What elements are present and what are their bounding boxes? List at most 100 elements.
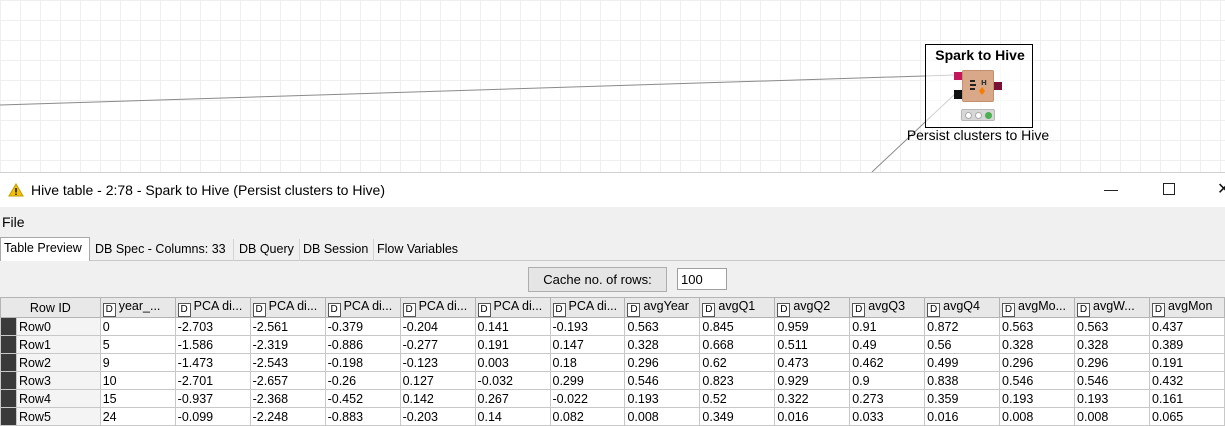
column-header[interactable]: DavgMon xyxy=(1148,297,1225,318)
table-cell[interactable]: 0.193 xyxy=(1074,389,1150,408)
table-cell[interactable]: 0.328 xyxy=(999,335,1076,354)
table-cell[interactable]: -0.203 xyxy=(399,407,476,426)
table-cell[interactable]: 0.296 xyxy=(1074,353,1150,372)
table-cell[interactable]: 0.845 xyxy=(699,317,776,336)
table-cell[interactable]: 0.49 xyxy=(849,335,926,354)
row-id-cell[interactable]: Row2 xyxy=(15,353,101,372)
column-header[interactable]: DavgQ2 xyxy=(774,297,851,318)
table-cell[interactable]: -2.368 xyxy=(249,389,326,408)
table-cell[interactable]: 0.191 xyxy=(474,335,551,354)
table-cell[interactable]: 0.016 xyxy=(774,407,851,426)
table-row[interactable]: Row2 9 -1.473 -2.543 -0.198 -0.123 0.003 0.18 0.… xyxy=(0,353,1225,372)
table-cell[interactable]: 0.191 xyxy=(1148,353,1225,372)
table-cell[interactable]: 0.141 xyxy=(474,317,551,336)
row-id-cell[interactable]: Row0 xyxy=(15,317,101,336)
table-cell[interactable]: 0.18 xyxy=(549,353,626,372)
table-cell[interactable]: 0.127 xyxy=(399,371,476,390)
table-cell[interactable]: 0.511 xyxy=(774,335,851,354)
table-row[interactable]: Row1 5 -1.586 -2.319 -0.886 -0.277 0.191 0.147 0… xyxy=(0,335,1225,354)
table-cell[interactable]: -2.319 xyxy=(249,335,326,354)
table-cell[interactable]: 0.008 xyxy=(999,407,1076,426)
table-cell[interactable]: -0.099 xyxy=(174,407,251,426)
table-cell[interactable]: 0.668 xyxy=(699,335,776,354)
table-cell[interactable]: 0.016 xyxy=(924,407,1001,426)
table-row[interactable]: Row3 10 -2.701 -2.657 -0.26 0.127 -0.032 0.299 0… xyxy=(0,371,1225,390)
table-cell[interactable]: 0.546 xyxy=(999,371,1076,390)
table-cell[interactable]: 0.563 xyxy=(1074,317,1150,336)
table-cell[interactable]: 0.147 xyxy=(549,335,626,354)
table-cell[interactable]: -2.248 xyxy=(249,407,326,426)
table-cell[interactable]: 0.546 xyxy=(624,371,701,390)
table-cell[interactable]: 0.389 xyxy=(1148,335,1225,354)
minimize-button[interactable]: — xyxy=(1104,181,1118,197)
column-header[interactable]: DavgW... xyxy=(1074,297,1150,318)
column-header[interactable]: D PCA di... xyxy=(549,297,626,318)
row-id-cell[interactable]: Row1 xyxy=(15,335,101,354)
table-cell[interactable]: 0.563 xyxy=(999,317,1076,336)
table-cell[interactable]: -2.703 xyxy=(174,317,251,336)
node-description[interactable]: Persist clusters to Hive xyxy=(880,127,1076,143)
table-cell[interactable]: -0.193 xyxy=(549,317,626,336)
column-header[interactable]: D PCA di... xyxy=(474,297,551,318)
table-cell[interactable]: -0.277 xyxy=(399,335,476,354)
table-cell[interactable]: 10 xyxy=(99,371,176,390)
table-cell[interactable]: 0 xyxy=(99,317,176,336)
table-cell[interactable]: 0.299 xyxy=(549,371,626,390)
table-cell[interactable]: -0.452 xyxy=(324,389,401,408)
table-cell[interactable]: -0.886 xyxy=(324,335,401,354)
cache-rows-input[interactable]: 100 xyxy=(677,268,727,290)
table-cell[interactable]: 0.142 xyxy=(399,389,476,408)
table-cell[interactable]: 24 xyxy=(99,407,176,426)
table-row[interactable]: Row5 24 -0.099 -2.248 -0.883 -0.203 0.14 0.082 0… xyxy=(0,407,1225,426)
table-cell[interactable]: 0.003 xyxy=(474,353,551,372)
table-cell[interactable]: 0.065 xyxy=(1148,407,1225,426)
window-titlebar[interactable]: Hive table - 2:78 - Spark to Hive (Persi… xyxy=(0,173,1225,207)
column-header[interactable]: D PCA di... xyxy=(174,297,251,318)
table-cell[interactable]: 0.929 xyxy=(774,371,851,390)
maximize-button[interactable] xyxy=(1163,183,1175,195)
table-cell[interactable]: -0.26 xyxy=(324,371,401,390)
table-cell[interactable]: 0.52 xyxy=(699,389,776,408)
table-cell[interactable]: -1.473 xyxy=(174,353,251,372)
table-cell[interactable]: -0.123 xyxy=(399,353,476,372)
table-cell[interactable]: -2.657 xyxy=(249,371,326,390)
table-cell[interactable]: -0.022 xyxy=(549,389,626,408)
table-cell[interactable]: 0.322 xyxy=(774,389,851,408)
table-cell[interactable]: 0.14 xyxy=(474,407,551,426)
table-cell[interactable]: -0.032 xyxy=(474,371,551,390)
table-cell[interactable]: 0.9 xyxy=(849,371,926,390)
row-id-cell[interactable]: Row3 xyxy=(15,371,101,390)
table-cell[interactable]: 0.193 xyxy=(624,389,701,408)
tab-db-query[interactable]: DB Query xyxy=(236,239,300,261)
column-header[interactable]: DavgMo... xyxy=(999,297,1076,318)
tab-table-preview[interactable]: Table Preview xyxy=(0,237,90,261)
table-cell[interactable]: 0.082 xyxy=(549,407,626,426)
column-header[interactable]: DavgQ3 xyxy=(849,297,926,318)
table-cell[interactable]: 0.273 xyxy=(849,389,926,408)
menu-file[interactable]: File xyxy=(2,214,25,230)
table-cell[interactable]: 0.823 xyxy=(699,371,776,390)
table-cell[interactable]: 0.008 xyxy=(1074,407,1150,426)
table-cell[interactable]: 0.437 xyxy=(1148,317,1225,336)
column-header[interactable]: D PCA di... xyxy=(249,297,326,318)
table-cell[interactable]: 0.193 xyxy=(999,389,1076,408)
table-cell[interactable]: -0.883 xyxy=(324,407,401,426)
node-title[interactable]: Spark to Hive xyxy=(926,47,1034,63)
table-cell[interactable]: -1.586 xyxy=(174,335,251,354)
cache-rows-button[interactable]: Cache no. of rows: xyxy=(528,267,667,292)
table-cell[interactable]: 0.296 xyxy=(624,353,701,372)
table-cell[interactable]: -2.543 xyxy=(249,353,326,372)
table-cell[interactable]: 0.563 xyxy=(624,317,701,336)
table-cell[interactable]: -0.198 xyxy=(324,353,401,372)
table-cell[interactable]: 0.838 xyxy=(924,371,1001,390)
table-cell[interactable]: 0.959 xyxy=(774,317,851,336)
spark-input-port[interactable] xyxy=(954,72,962,80)
table-row[interactable]: Row4 15 -0.937 -2.368 -0.452 0.142 0.267 -0.022… xyxy=(0,389,1225,408)
column-header[interactable]: DavgQ4 xyxy=(924,297,1001,318)
table-cell[interactable]: -0.204 xyxy=(399,317,476,336)
spark-to-hive-node[interactable]: H xyxy=(962,70,994,102)
table-cell[interactable]: 0.432 xyxy=(1148,371,1225,390)
table-cell[interactable]: 0.328 xyxy=(1074,335,1150,354)
table-cell[interactable]: 0.328 xyxy=(624,335,701,354)
table-cell[interactable]: 0.267 xyxy=(474,389,551,408)
